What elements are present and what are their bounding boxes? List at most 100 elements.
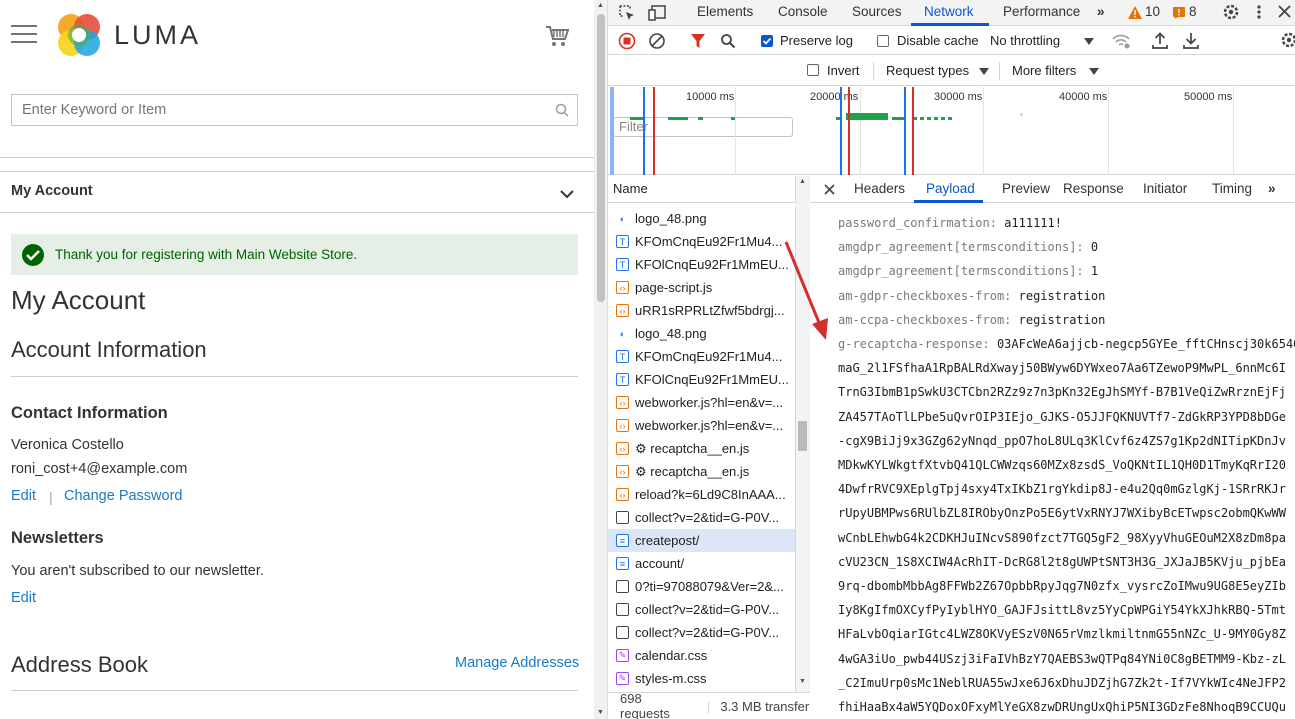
request-row[interactable]: ≡ createpost/ <box>608 529 795 552</box>
more-options-icon[interactable] <box>1256 4 1262 20</box>
tab-payload[interactable]: Payload <box>926 181 975 196</box>
payload-row[interactable]: am-ccpa-checkboxes-from: registration <box>838 313 1105 327</box>
edit-contact-link[interactable]: Edit <box>11 488 36 504</box>
edit-newsletter-link[interactable]: Edit <box>11 590 36 606</box>
dropdown-arrow-icon[interactable] <box>1089 68 1099 75</box>
issues-icon[interactable] <box>1173 7 1185 19</box>
preserve-log-label[interactable]: Preserve log <box>780 33 853 48</box>
manage-addresses-link[interactable]: Manage Addresses <box>455 655 579 671</box>
invert-checkbox[interactable] <box>807 64 819 76</box>
scrollbar-thumb[interactable] <box>597 14 605 302</box>
request-row[interactable]: T KFOmCnqEu92Fr1Mu4... <box>608 345 795 368</box>
my-account-toggle[interactable]: My Account <box>11 183 93 199</box>
timeline-selection-handle[interactable] <box>610 87 614 175</box>
site-scrollbar[interactable]: ▲ ▼ <box>594 0 608 719</box>
dropdown-arrow-icon[interactable] <box>1084 38 1094 45</box>
request-name: KFOmCnqEu92Fr1Mu4... <box>635 234 783 249</box>
request-row[interactable]: ✎ calendar.css <box>608 644 795 667</box>
preserve-log-checkbox[interactable] <box>761 35 773 47</box>
chevron-down-icon[interactable] <box>560 186 574 204</box>
request-row[interactable]: T KFOmCnqEu92Fr1Mu4... <box>608 230 795 253</box>
request-row[interactable]: ◐ logo_48.png <box>608 207 795 230</box>
payload-value-continuation: Iy8KgIfmOXCyfPyIyblHYO_GAJFJsittL8vz5YyC… <box>838 603 1286 618</box>
request-detail-tabbar: Headers Payload Preview Response Initiat… <box>810 176 1295 203</box>
scroll-down-arrow-icon[interactable]: ▼ <box>799 678 806 685</box>
request-row[interactable]: collect?v=2&tid=G-P0V... <box>608 621 795 644</box>
tab-performance[interactable]: Performance <box>1003 4 1080 19</box>
clear-icon[interactable] <box>648 32 666 50</box>
site-logo[interactable]: LUMA <box>56 12 201 58</box>
tab-timing[interactable]: Timing <box>1212 181 1252 196</box>
network-settings-gear-icon[interactable] <box>1280 31 1295 49</box>
warning-icon[interactable] <box>1128 6 1142 19</box>
request-row[interactable]: ✎ styles-m.css <box>608 667 795 690</box>
device-toolbar-icon[interactable] <box>648 4 668 22</box>
more-filters-dropdown[interactable]: More filters <box>1012 63 1076 78</box>
tab-elements[interactable]: Elements <box>697 4 753 19</box>
menu-toggle-icon[interactable] <box>11 25 37 45</box>
name-column-header[interactable]: Name <box>608 176 796 203</box>
request-row[interactable]: collect?v=2&tid=G-P0V... <box>608 506 795 529</box>
request-row[interactable]: collect?v=2&tid=G-P0V... <box>608 598 795 621</box>
payload-row[interactable]: amgdpr_agreement[termsconditions]: 1 <box>838 264 1098 278</box>
network-conditions-icon[interactable] <box>1111 33 1131 49</box>
dropdown-arrow-icon[interactable] <box>979 68 989 75</box>
tab-preview[interactable]: Preview <box>1002 181 1050 196</box>
disable-cache-label[interactable]: Disable cache <box>897 33 979 48</box>
payload-row[interactable]: password_confirmation: a111111! <box>838 216 1062 230</box>
tab-response[interactable]: Response <box>1063 181 1124 196</box>
request-row[interactable]: ‹› ⚙ recaptcha__en.js <box>608 437 795 460</box>
search-icon[interactable] <box>720 33 736 49</box>
request-row[interactable]: T KFOlCnqEu92Fr1MmEU... <box>608 368 795 391</box>
inspect-element-icon[interactable] <box>618 4 636 22</box>
invert-label[interactable]: Invert <box>827 63 860 78</box>
import-har-icon[interactable] <box>1152 32 1168 49</box>
tab-console[interactable]: Console <box>778 4 828 19</box>
payload-row[interactable]: g-recaptcha-response: 03AFcWeA6ajjcb-neg… <box>838 337 1295 351</box>
filter-funnel-icon[interactable] <box>690 33 706 49</box>
request-row[interactable]: ‹› webworker.js?hl=en&v=... <box>608 391 795 414</box>
close-detail-icon[interactable] <box>824 184 835 195</box>
settings-gear-icon[interactable] <box>1222 3 1240 21</box>
request-name: uRR1sRPRLtZfwf5bdrgj... <box>635 303 785 318</box>
tab-network[interactable]: Network <box>924 4 974 19</box>
cart-icon[interactable] <box>545 24 570 48</box>
request-row[interactable]: ‹› reload?k=6Ld9C8InAAA... <box>608 483 795 506</box>
domcontentloaded-marker <box>840 87 842 175</box>
search-icon[interactable] <box>555 103 569 120</box>
contact-information-heading: Contact Information <box>11 404 168 422</box>
throttling-select[interactable]: No throttling <box>990 33 1060 48</box>
request-row[interactable]: 0?ti=97088079&Ver=2&... <box>608 575 795 598</box>
change-password-link[interactable]: Change Password <box>64 488 183 504</box>
timeline-request-bar <box>913 117 955 120</box>
payload-row[interactable]: am-gdpr-checkboxes-from: registration <box>838 289 1105 303</box>
scroll-up-arrow-icon[interactable]: ▲ <box>799 178 806 185</box>
request-row[interactable]: ‹› ⚙ recaptcha__en.js <box>608 460 795 483</box>
export-har-icon[interactable] <box>1183 32 1199 49</box>
script-file-icon: ‹› <box>616 396 629 409</box>
success-message: Thank you for registering with Main Webs… <box>11 234 578 275</box>
tab-initiator[interactable]: Initiator <box>1143 181 1187 196</box>
request-row[interactable]: ‹› webworker.js?hl=en&v=... <box>608 414 795 437</box>
request-row[interactable]: T KFOlCnqEu92Fr1MmEU... <box>608 253 795 276</box>
close-devtools-icon[interactable] <box>1278 5 1291 18</box>
payload-row[interactable]: amgdpr_agreement[termsconditions]: 0 <box>838 240 1098 254</box>
scroll-down-arrow-icon[interactable]: ▼ <box>597 709 604 716</box>
scroll-up-arrow-icon[interactable]: ▲ <box>597 2 604 9</box>
request-row[interactable]: ◐ logo_48.png <box>608 322 795 345</box>
network-overview-timeline[interactable]: 10000 ms 20000 ms 30000 ms 40000 ms 5000… <box>608 87 1295 175</box>
more-detail-tabs-button[interactable]: » <box>1268 181 1276 196</box>
issues-count[interactable]: 8 <box>1189 4 1197 19</box>
request-types-dropdown[interactable]: Request types <box>886 63 969 78</box>
scrollbar-thumb[interactable] <box>798 421 807 451</box>
search-input[interactable] <box>22 102 542 118</box>
request-row[interactable]: ≡ account/ <box>608 552 795 575</box>
warnings-count[interactable]: 10 <box>1145 4 1160 19</box>
disable-cache-checkbox[interactable] <box>877 35 889 47</box>
request-row[interactable]: ‹› uRR1sRPRLtZfwf5bdrgj... <box>608 299 795 322</box>
tab-headers[interactable]: Headers <box>854 181 905 196</box>
request-row[interactable]: ‹› page-script.js <box>608 276 795 299</box>
more-tabs-button[interactable]: » <box>1097 4 1105 19</box>
record-stop-icon[interactable] <box>618 32 636 50</box>
tab-sources[interactable]: Sources <box>852 4 902 19</box>
